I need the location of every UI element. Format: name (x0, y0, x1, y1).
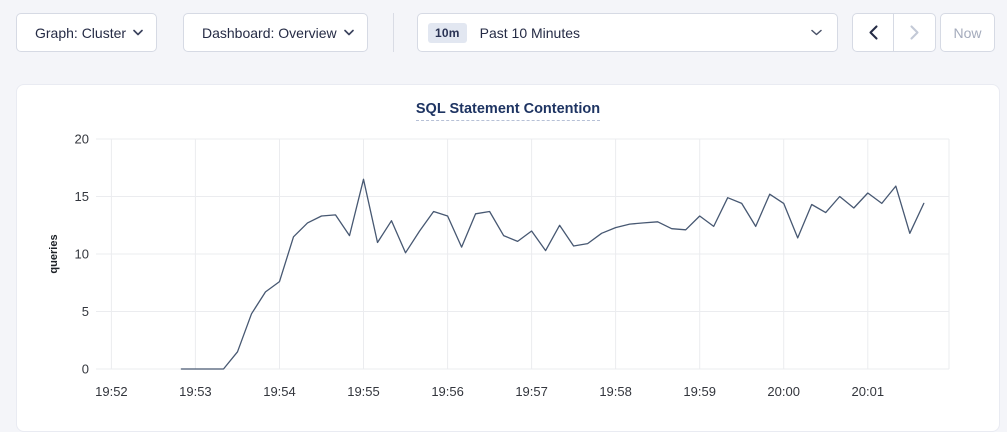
prev-range-button[interactable] (853, 14, 894, 51)
chevron-right-icon (910, 25, 919, 40)
toolbar-divider (393, 13, 394, 52)
axis-labels: 0 5 10 15 20 19:52 19:53 19:54 19:55 19:56 19:57 19… (48, 132, 884, 400)
svg-text:20: 20 (75, 132, 89, 147)
svg-text:19:56: 19:56 (431, 384, 464, 399)
dashboard-dropdown-label: Dashboard: Overview (202, 25, 337, 41)
graph-dropdown-label: Graph: Cluster (35, 25, 126, 41)
svg-text:19:53: 19:53 (179, 384, 212, 399)
svg-text:20:00: 20:00 (767, 384, 800, 399)
next-range-button[interactable] (894, 14, 935, 51)
chevron-left-icon (869, 25, 878, 40)
chevron-down-icon (811, 29, 822, 36)
svg-text:19:57: 19:57 (515, 384, 548, 399)
time-range-selector[interactable]: 10m Past 10 Minutes (417, 13, 838, 52)
svg-text:19:52: 19:52 (95, 384, 128, 399)
chevron-down-icon (133, 29, 143, 36)
sql-contention-chart[interactable]: 0 5 10 15 20 19:52 19:53 19:54 19:55 19:56 19:57 19… (17, 115, 1001, 431)
time-range-badge: 10m (428, 23, 467, 43)
svg-text:19:58: 19:58 (599, 384, 632, 399)
svg-text:19:59: 19:59 (683, 384, 716, 399)
svg-text:0: 0 (82, 362, 89, 377)
svg-text:20:01: 20:01 (852, 384, 885, 399)
gridlines (96, 139, 949, 369)
now-button[interactable]: Now (940, 13, 995, 52)
now-button-label: Now (953, 25, 981, 41)
dashboard-dropdown[interactable]: Dashboard: Overview (183, 13, 368, 52)
chart-card: SQL Statement Contention 0510152019:5219… (16, 84, 1000, 432)
chevron-down-icon (344, 29, 354, 36)
svg-text:19:55: 19:55 (347, 384, 380, 399)
series-line (181, 179, 923, 369)
time-range-label: Past 10 Minutes (480, 25, 811, 41)
svg-text:10: 10 (75, 247, 89, 262)
metrics-page: Graph: Cluster Dashboard: Overview 10m P… (0, 0, 1007, 432)
svg-text:19:54: 19:54 (263, 384, 296, 399)
time-range-arrows (852, 13, 936, 52)
svg-text:queries: queries (48, 234, 60, 273)
graph-dropdown[interactable]: Graph: Cluster (16, 13, 157, 52)
svg-text:5: 5 (82, 304, 89, 319)
svg-text:15: 15 (75, 189, 89, 204)
